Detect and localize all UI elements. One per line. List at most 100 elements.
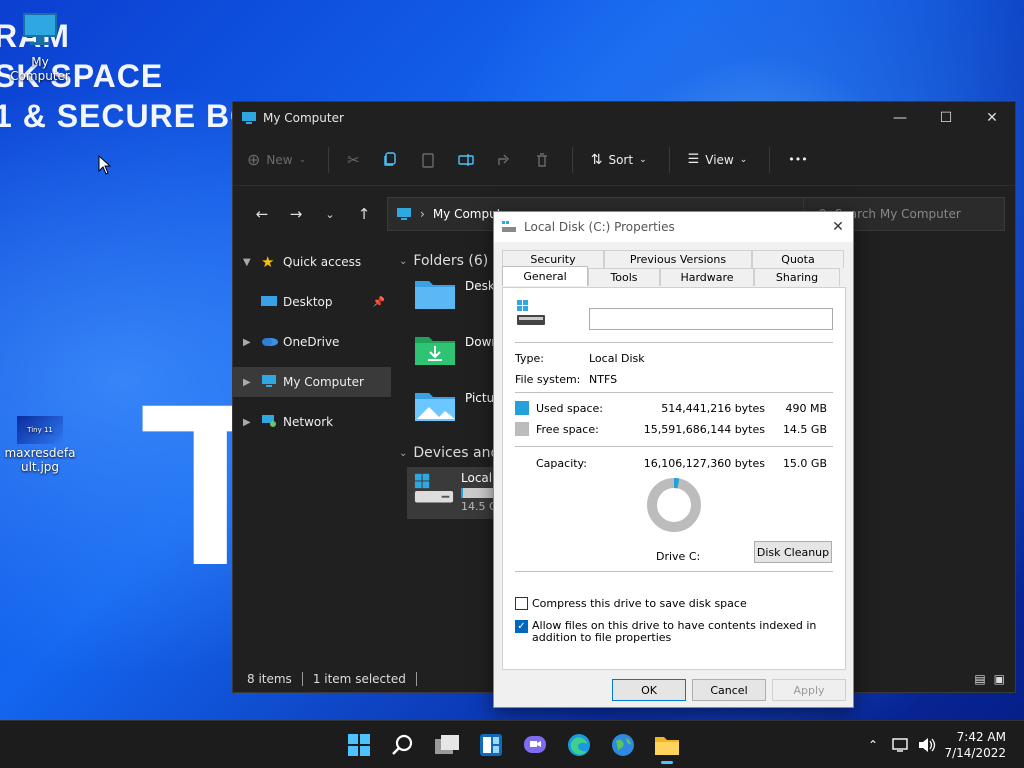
details-view-icon[interactable]: ▤ <box>974 672 985 686</box>
apply-button[interactable]: Apply <box>772 679 846 701</box>
used-space-swatch <box>515 401 529 415</box>
maximize-button[interactable]: ☐ <box>923 102 969 134</box>
mouse-cursor-icon <box>98 155 112 175</box>
nav-item-onedrive[interactable]: ▶ OneDrive <box>233 327 391 357</box>
file-explorer-icon <box>655 737 679 755</box>
copy-button[interactable] <box>382 151 398 168</box>
cancel-button[interactable]: Cancel <box>692 679 766 701</box>
nav-item-network[interactable]: ▶ Network <box>233 407 391 437</box>
volume-icon[interactable] <box>918 737 936 753</box>
chevron-down-icon: ⌄ <box>739 154 748 165</box>
more-dots-icon: ••• <box>788 153 808 166</box>
nav-item-label: OneDrive <box>283 335 340 349</box>
share-icon <box>498 154 509 165</box>
tab-sharing[interactable]: Sharing <box>754 268 840 286</box>
type-label: Type: <box>515 352 544 365</box>
nav-item-my-computer[interactable]: ▶ My Computer <box>233 367 391 397</box>
chevron-up-icon[interactable]: ⌃ <box>868 738 878 752</box>
downloads-folder-icon <box>415 337 455 365</box>
up-arrow-icon[interactable]: ↑ <box>347 205 381 223</box>
file-system-value: NTFS <box>589 373 618 386</box>
sort-button[interactable]: ⇅ Sort ⌄ <box>591 152 647 168</box>
local-disk-icon <box>517 300 545 325</box>
nav-item-quick-access[interactable]: ▼ ★ Quick access <box>233 247 391 277</box>
computer-icon <box>23 13 57 45</box>
browser-button[interactable] <box>609 731 637 759</box>
ok-button[interactable]: OK <box>612 679 686 701</box>
task-view-button[interactable] <box>433 731 461 759</box>
desktop-folder-icon <box>261 295 283 310</box>
selected-count: 1 item selected <box>312 672 406 686</box>
minimize-button[interactable]: — <box>877 102 923 134</box>
start-button[interactable] <box>345 731 373 759</box>
chat-button[interactable] <box>521 731 549 759</box>
edge-icon <box>568 734 590 756</box>
close-button[interactable]: ✕ <box>969 102 1015 134</box>
desktop-icon-label: maxresdefault.jpg <box>4 446 76 474</box>
file-system-label: File system: <box>515 373 581 386</box>
explorer-titlebar[interactable]: My Computer — ☐ ✕ <box>233 102 1015 134</box>
computer-icon <box>242 112 256 124</box>
divider <box>769 146 771 173</box>
widgets-button[interactable] <box>477 731 505 759</box>
cut-button[interactable]: ✂ <box>347 151 360 169</box>
wallpaper-text-line-3: 1 & SECURE BO <box>0 98 256 134</box>
tab-label: Quota <box>781 253 815 266</box>
divider <box>301 672 303 686</box>
tab-label: Sharing <box>775 271 819 284</box>
free-space-size: 14.5 GB <box>782 423 827 436</box>
more-options-button[interactable]: ••• <box>788 153 807 166</box>
view-list-icon: ☰ <box>687 152 700 167</box>
desktop-icon-image-file[interactable]: Tiny 11 maxresdefault.jpg <box>0 416 80 474</box>
search-icon <box>392 734 413 755</box>
file-explorer-taskbar-button[interactable] <box>653 731 681 764</box>
tab-label: Tools <box>610 271 638 284</box>
chevron-right-icon: ▶ <box>243 336 251 348</box>
free-space-ring <box>647 478 701 532</box>
disk-cleanup-button[interactable]: Disk Cleanup <box>754 541 832 563</box>
paste-button[interactable] <box>420 152 436 168</box>
divider <box>415 672 417 686</box>
back-arrow-icon[interactable]: ← <box>245 205 279 223</box>
desktop-icon-my-computer[interactable]: My Computer <box>0 10 80 83</box>
close-icon[interactable]: ✕ <box>823 219 853 235</box>
share-button[interactable] <box>496 152 512 168</box>
tab-tools[interactable]: Tools <box>588 268 660 286</box>
view-button[interactable]: ☰ View ⌄ <box>688 152 748 167</box>
system-tray: ⌃ <box>868 721 936 768</box>
star-icon: ★ <box>261 253 275 271</box>
chevron-down-icon: ⌄ <box>298 154 307 165</box>
nav-item-desktop[interactable]: Desktop 📌 <box>233 287 391 317</box>
delete-button[interactable] <box>534 152 550 168</box>
thumbnail-text: Tiny 11 <box>27 426 53 434</box>
taskbar: ⌃ 7:42 AM 7/14/2022 <box>0 720 1024 768</box>
tab-general[interactable]: General <box>502 266 588 286</box>
new-button[interactable]: ⊕ New ⌄ <box>247 150 306 169</box>
dialog-titlebar[interactable]: Local Disk (C:) Properties ✕ <box>494 212 853 242</box>
image-thumbnail-icon: Tiny 11 <box>17 416 63 444</box>
tab-quota[interactable]: Quota <box>752 250 844 268</box>
window-title: My Computer <box>263 111 344 125</box>
browser-globe-icon <box>612 734 634 756</box>
edge-button[interactable] <box>565 731 593 759</box>
command-bar: ⊕ New ⌄ ✂ ⇅ Sort ⌄ ☰ View ⌄ ••• <box>233 134 1015 186</box>
recent-locations-chevron-icon[interactable]: ⌄ <box>313 208 347 221</box>
forward-arrow-icon[interactable]: → <box>279 205 313 223</box>
drive-icon <box>502 221 516 232</box>
general-tab-page: Type: Local Disk File system: NTFS Used … <box>502 287 846 670</box>
drive-name-input[interactable] <box>589 308 833 330</box>
index-files-checkbox[interactable]: ✓ <box>515 620 528 633</box>
compress-drive-checkbox[interactable] <box>515 597 528 610</box>
compress-drive-label: Compress this drive to save disk space <box>532 597 747 610</box>
rename-button[interactable] <box>458 152 474 168</box>
tiles-view-icon[interactable]: ▣ <box>994 672 1005 686</box>
view-button-label: View <box>705 152 734 167</box>
network-icon <box>261 414 283 431</box>
item-count: 8 items <box>247 672 292 686</box>
pin-icon: 📌 <box>372 296 385 308</box>
clock[interactable]: 7:42 AM 7/14/2022 <box>944 729 1006 761</box>
search-button[interactable] <box>389 731 417 759</box>
tab-previous-versions[interactable]: Previous Versions <box>604 250 752 268</box>
tab-hardware[interactable]: Hardware <box>660 268 754 286</box>
network-status-icon[interactable] <box>892 737 910 753</box>
